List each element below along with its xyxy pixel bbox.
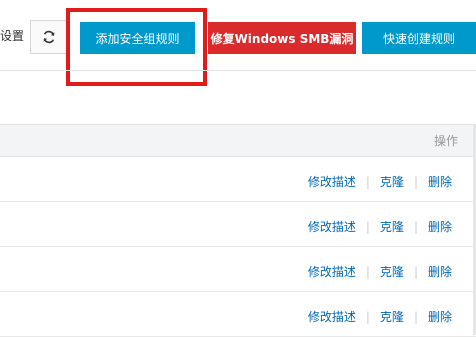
separator: | [365,219,370,234]
table-header: 操作 [0,124,476,157]
table-row: 修改描述 | 克隆 | 删除 [0,202,476,247]
separator: | [413,309,418,324]
edit-description-link[interactable]: 修改描述 [308,173,356,190]
separator: | [365,264,370,279]
separator: | [413,219,418,234]
table-row: 修改描述 | 克隆 | 删除 [0,157,476,202]
row-actions: 修改描述 | 克隆 | 删除 [308,263,452,280]
delete-link[interactable]: 删除 [428,218,452,235]
delete-link[interactable]: 删除 [428,173,452,190]
row-actions: 修改描述 | 克隆 | 删除 [308,218,452,235]
separator: | [365,309,370,324]
fix-windows-smb-button[interactable]: 修复Windows SMB漏洞 [208,22,356,54]
toolbar: 设置 添加安全组规则 修复Windows SMB漏洞 快速创建规则 [0,0,476,86]
clone-link[interactable]: 克隆 [380,173,404,190]
table-row: 修改描述 | 克隆 | 删除 [0,247,476,292]
highlight-annotation-box [66,8,207,86]
clone-link[interactable]: 克隆 [380,218,404,235]
edit-description-link[interactable]: 修改描述 [308,218,356,235]
toolbar-divider [0,70,476,71]
quick-create-rule-button[interactable]: 快速创建规则 [362,22,476,54]
delete-link[interactable]: 删除 [428,263,452,280]
separator: | [365,174,370,189]
separator: | [413,174,418,189]
row-actions: 修改描述 | 克隆 | 删除 [308,173,452,190]
table-row: 修改描述 | 克隆 | 删除 [0,292,476,337]
separator: | [413,264,418,279]
refresh-icon [43,30,55,44]
action-column-header: 操作 [433,134,458,148]
row-actions: 修改描述 | 克隆 | 删除 [308,308,452,325]
clone-link[interactable]: 克隆 [380,263,404,280]
clone-link[interactable]: 克隆 [380,308,404,325]
edit-description-link[interactable]: 修改描述 [308,263,356,280]
edit-description-link[interactable]: 修改描述 [308,308,356,325]
settings-label[interactable]: 设置 [0,26,24,46]
refresh-button[interactable] [30,20,68,54]
delete-link[interactable]: 删除 [428,308,452,325]
